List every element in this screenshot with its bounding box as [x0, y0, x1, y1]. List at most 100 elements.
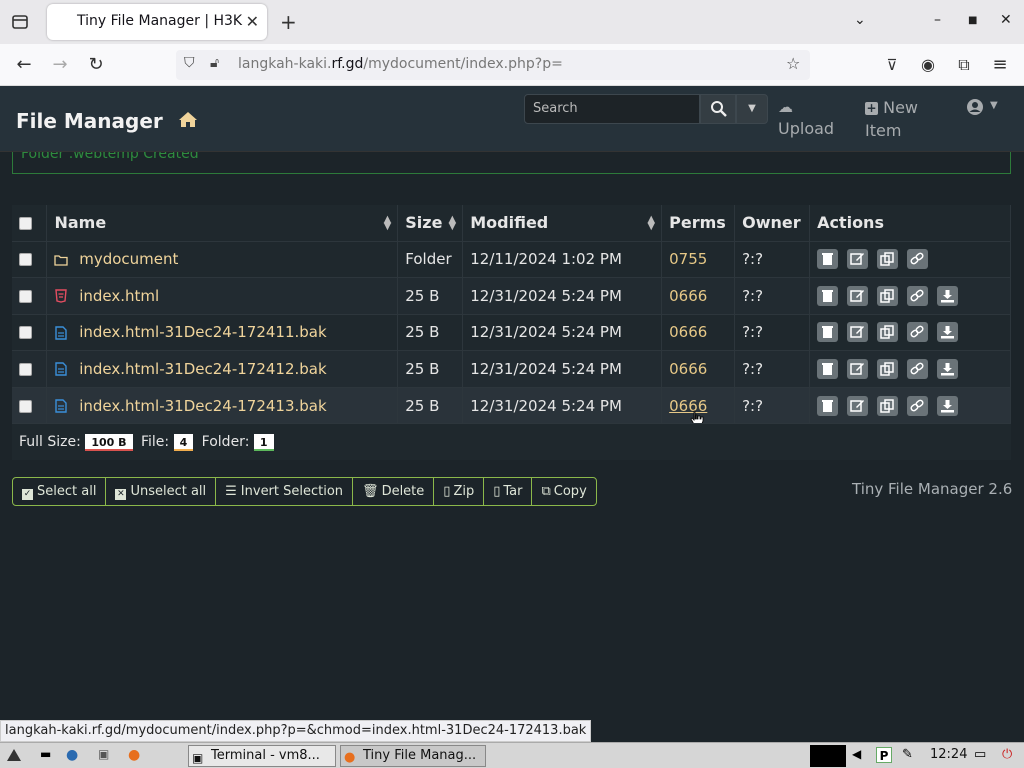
browser-tab-active[interactable]: Tiny File Manager | H3K ✕ [47, 4, 267, 40]
direct-link-button[interactable] [907, 358, 929, 379]
copy-selected-button[interactable]: ⧉ Copy [532, 478, 595, 505]
forward-icon[interactable]: → [48, 53, 72, 77]
clock[interactable]: 12:24 [930, 747, 967, 762]
folder-count-label: Folder: [201, 434, 250, 450]
unselect-all-button[interactable]: ✕ Unselect all [106, 478, 217, 505]
perms-link[interactable]: 0755 [669, 250, 707, 268]
rename-button[interactable] [847, 358, 869, 379]
app-brand[interactable]: File Manager [16, 109, 163, 133]
download-button[interactable] [937, 358, 959, 379]
file-name-link[interactable]: mydocument [79, 250, 178, 268]
select-all-button[interactable]: ✓ Select all [13, 478, 107, 505]
tab-close-icon[interactable]: ✕ [246, 12, 259, 31]
search-options-dropdown[interactable]: ▼ [736, 94, 768, 124]
new-item-link[interactable]: + New Item [865, 96, 918, 142]
download-button[interactable] [937, 285, 959, 306]
extensions-icon[interactable]: ⧉ [952, 53, 976, 77]
direct-link-button[interactable] [907, 322, 929, 343]
column-header-modified[interactable]: Modified ▲ ▼ [462, 205, 663, 241]
copy-button[interactable] [877, 285, 899, 306]
firefox-launcher-icon[interactable]: ● [128, 747, 144, 763]
file-manager-icon[interactable]: ● [66, 747, 82, 763]
direct-link-button[interactable] [907, 285, 929, 306]
perms-link[interactable]: 0666 [669, 360, 707, 378]
delete-button[interactable] [817, 322, 839, 343]
file-size: Folder [397, 240, 464, 278]
copy-button[interactable] [877, 358, 899, 379]
url-bar[interactable]: ⛉ 🔓︎ langkah-kaki.rf.gd/mydocument/index… [176, 50, 810, 80]
taskbar-terminal[interactable]: ▣ Terminal - vm8... [188, 745, 336, 767]
zip-button[interactable]: ▯ Zip [434, 478, 485, 505]
perms-link[interactable]: 0666 [669, 287, 707, 305]
keyboard-layout-icon[interactable]: P [876, 747, 892, 763]
rename-button[interactable] [847, 249, 869, 270]
delete-button[interactable] [817, 395, 839, 416]
pocket-icon[interactable]: ⊽ [880, 53, 904, 77]
file-name-link[interactable]: index.html [79, 287, 159, 305]
account-icon[interactable]: ◉ [916, 53, 940, 77]
search-input[interactable]: Search [524, 94, 700, 124]
home-icon[interactable] [178, 110, 198, 128]
file-name-link[interactable]: index.html-31Dec24-172413.bak [79, 397, 326, 415]
power-icon[interactable]: ⏻ [1002, 747, 1018, 763]
volume-icon[interactable]: ◀ [852, 747, 868, 763]
delete-button[interactable] [817, 358, 839, 379]
taskbar-firefox[interactable]: ● Tiny File Manag... [340, 745, 486, 767]
reload-icon[interactable]: ↻ [84, 53, 108, 77]
delete-button[interactable] [817, 249, 839, 270]
window-close-icon[interactable]: ✕ [1000, 12, 1012, 28]
rename-button[interactable] [847, 395, 869, 416]
download-button[interactable] [937, 395, 959, 416]
copy-button[interactable] [877, 322, 899, 343]
search-button[interactable] [700, 94, 736, 124]
back-icon[interactable]: ← [12, 53, 36, 77]
rename-button[interactable] [847, 285, 869, 306]
file-name-link[interactable]: index.html-31Dec24-172412.bak [79, 360, 326, 378]
column-header-owner: Owner [734, 205, 811, 241]
delete-button[interactable] [817, 285, 839, 306]
bookmark-star-icon[interactable]: ☆ [786, 54, 800, 73]
sort-icon: ▲ ▼ [647, 214, 656, 232]
minimize-icon[interactable]: – [934, 12, 941, 28]
row-checkbox[interactable] [19, 326, 32, 340]
row-checkbox[interactable] [19, 362, 32, 376]
user-menu[interactable]: ▼ [966, 98, 998, 120]
shield-icon[interactable]: ⛉ [184, 55, 195, 71]
invert-selection-button[interactable]: ☰ Invert Selection [216, 478, 354, 505]
version-link[interactable]: Tiny File Manager 2.6 [852, 480, 1012, 498]
start-menu-icon[interactable] [6, 747, 22, 763]
rename-button[interactable] [847, 322, 869, 343]
column-header-name[interactable]: Name ▲ ▼ [46, 205, 399, 241]
upload-link[interactable]: ☁︎ Upload [778, 96, 834, 140]
row-checkbox[interactable] [19, 253, 32, 267]
menu-icon[interactable]: ≡ [988, 53, 1012, 77]
column-header-size[interactable]: Size ▲ ▼ [397, 205, 464, 241]
perms-link[interactable]: 0666 [669, 323, 707, 341]
list-all-tabs-icon[interactable] [10, 12, 30, 32]
copy-button[interactable] [877, 395, 899, 416]
select-all-checkbox-cell[interactable] [12, 205, 48, 241]
file-name-link[interactable]: index.html-31Dec24-172411.bak [79, 323, 326, 341]
file-owner: ?:? [734, 313, 811, 351]
network-icon[interactable]: ✎ [902, 747, 918, 763]
maximize-icon[interactable]: ■ [968, 15, 977, 26]
insecure-lock-icon[interactable]: 🔓︎ [210, 55, 219, 71]
copy-button[interactable] [877, 249, 899, 270]
file-size: 25 B [397, 350, 464, 387]
new-tab-icon[interactable]: + [280, 10, 297, 34]
row-checkbox[interactable] [19, 399, 32, 413]
monitor-icon[interactable]: ▭ [974, 747, 990, 763]
tar-button[interactable]: ▯ Tar [484, 478, 533, 505]
download-button[interactable] [937, 322, 959, 343]
select-all-checkbox[interactable] [19, 217, 32, 231]
show-desktop-icon[interactable]: ▬ [40, 747, 56, 763]
direct-link-button[interactable] [907, 395, 929, 416]
delete-selected-button[interactable]: 🗑︎ Delete [353, 478, 435, 505]
browser-nav-bar: ← → ↻ ⛉ 🔓︎ langkah-kaki.rf.gd/mydocument… [0, 44, 1024, 86]
tab-overflow-chevron-icon[interactable]: ⌄ [854, 12, 866, 28]
row-checkbox[interactable] [19, 289, 32, 303]
direct-link-button[interactable] [907, 249, 929, 270]
user-circle-icon [967, 99, 983, 115]
x-square-icon: ✕ [115, 489, 127, 500]
terminal-launcher-icon[interactable]: ▣ [98, 747, 114, 763]
